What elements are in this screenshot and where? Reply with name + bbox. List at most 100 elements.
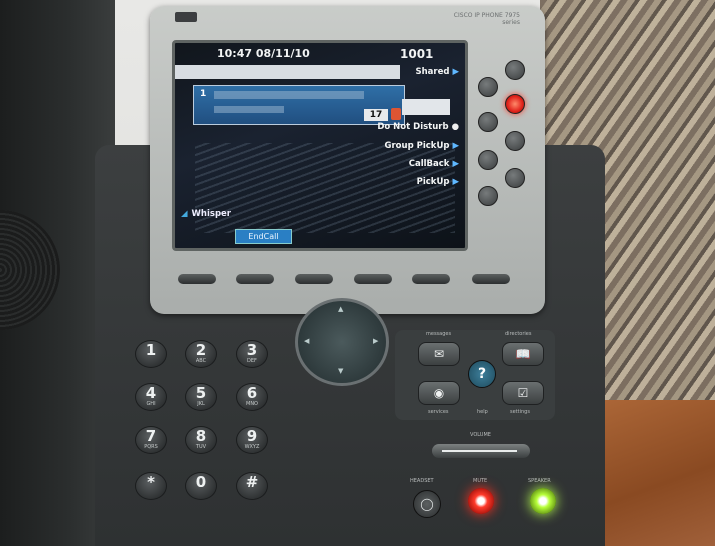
- key-digit: 4: [145, 384, 157, 402]
- softkey-4[interactable]: [354, 274, 392, 284]
- line-key-group-pickup[interactable]: Group PickUp ▶: [385, 141, 459, 155]
- key-6[interactable]: 6 MNO: [236, 383, 268, 411]
- globe-icon: ◉: [433, 386, 445, 400]
- key-letters: MNO: [246, 401, 258, 407]
- line-button-8[interactable]: [478, 186, 498, 206]
- nav-up-icon: ▲: [338, 305, 344, 313]
- line-button-4[interactable]: [478, 112, 498, 132]
- key-digit: 1: [145, 341, 157, 359]
- key-letters: DEF: [247, 358, 257, 364]
- key-8[interactable]: 8 TUV: [185, 426, 217, 454]
- line-key-callback[interactable]: CallBack ▶: [409, 159, 459, 173]
- line-button-2[interactable]: [478, 77, 498, 97]
- key-star[interactable]: *: [135, 472, 167, 500]
- call-party-blurred: [214, 91, 364, 99]
- line-key-shared[interactable]: Shared ▶: [416, 67, 460, 81]
- key-digit: 5: [195, 384, 207, 402]
- key-letters: JKL: [197, 401, 205, 407]
- key-digit: 8: [195, 427, 207, 445]
- softkey-3[interactable]: [295, 274, 333, 284]
- key-1[interactable]: 1: [135, 340, 167, 368]
- settings-button[interactable]: ☑: [502, 381, 544, 405]
- line-key-dnd[interactable]: Do Not Disturb ●: [377, 122, 459, 136]
- arrow-icon: ▶: [452, 141, 459, 151]
- key-digit: 7: [145, 427, 157, 445]
- whisper-status: ◢ Whisper: [181, 209, 231, 219]
- call-state-icon: [391, 108, 401, 120]
- key-0[interactable]: 0: [185, 472, 217, 500]
- speaker-icon: ◢: [181, 209, 188, 219]
- key-digit: 6: [246, 384, 258, 402]
- key-pound[interactable]: #: [236, 472, 268, 500]
- mute-button[interactable]: [468, 488, 494, 514]
- key-digit: 0: [195, 473, 207, 491]
- directories-button[interactable]: 📖: [502, 342, 544, 366]
- nav-right-icon: ▶: [373, 337, 379, 345]
- line-key-pickup[interactable]: PickUp ▶: [417, 177, 459, 191]
- line-button-6[interactable]: [478, 150, 498, 170]
- key-letters: TUV: [195, 444, 207, 450]
- directories-label: directories: [505, 331, 532, 337]
- volume-rocker[interactable]: [432, 444, 530, 458]
- settings-label: settings: [510, 409, 530, 415]
- question-icon: ?: [477, 366, 487, 382]
- arrow-icon: ▶: [452, 159, 459, 169]
- key-4[interactable]: 4 GHI: [135, 383, 167, 411]
- arrow-icon: ▶: [452, 177, 459, 187]
- arrow-icon: ▶: [452, 67, 459, 77]
- key-7[interactable]: 7 PQRS: [135, 426, 167, 454]
- key-letters: ABC: [195, 358, 207, 364]
- navigation-pad[interactable]: ▲ ▼ ◀ ▶: [295, 298, 389, 386]
- key-digit: 3: [246, 341, 258, 359]
- key-9[interactable]: 9 WXYZ: [236, 426, 268, 454]
- envelope-icon: ✉: [433, 347, 445, 361]
- speaker-label: SPEAKER: [528, 478, 551, 484]
- messages-button[interactable]: ✉: [418, 342, 460, 366]
- key-3[interactable]: 3 DEF: [236, 340, 268, 368]
- line-number: 1001: [400, 47, 434, 61]
- line-button-5[interactable]: [505, 131, 525, 151]
- volume-label: VOLUME: [470, 432, 491, 438]
- handset-grill: [0, 210, 60, 330]
- key-letters: GHI: [146, 401, 156, 407]
- checklist-icon: ☑: [517, 386, 529, 400]
- line-button-7[interactable]: [505, 168, 525, 188]
- model-label: CISCO IP PHONE 7975 series: [453, 12, 520, 26]
- key-digit: 2: [195, 341, 207, 359]
- softkey-1[interactable]: [178, 274, 216, 284]
- nav-down-icon: ▼: [338, 367, 344, 375]
- status-bar: [175, 65, 400, 79]
- cisco-logo: [175, 12, 197, 22]
- nav-left-icon: ◀: [304, 337, 310, 345]
- softkey-2[interactable]: [236, 274, 274, 284]
- help-label: help: [477, 409, 488, 415]
- key-digit: 9: [246, 427, 258, 445]
- active-call[interactable]: 1 17: [193, 85, 405, 125]
- services-button[interactable]: ◉: [418, 381, 460, 405]
- key-5[interactable]: 5 JKL: [185, 383, 217, 411]
- help-button[interactable]: ?: [468, 360, 496, 388]
- softkey-endcall[interactable]: EndCall: [235, 229, 292, 244]
- softkey-6[interactable]: [472, 274, 510, 284]
- softkey-5[interactable]: [412, 274, 450, 284]
- call-duration: 17: [364, 109, 388, 121]
- key-2[interactable]: 2 ABC: [185, 340, 217, 368]
- headset-icon: ◯: [420, 497, 434, 511]
- services-label: services: [428, 409, 449, 415]
- book-icon: 📖: [515, 347, 531, 361]
- dot-icon: ●: [451, 122, 459, 132]
- line-key-selected[interactable]: [402, 99, 450, 115]
- headset-button[interactable]: ◯: [413, 490, 441, 518]
- call-number-blurred: [214, 106, 284, 113]
- key-letters: PQRS: [144, 444, 158, 450]
- speaker-button[interactable]: [530, 488, 556, 514]
- photo: CISCO IP PHONE 7975 series 10:47 08/11/1…: [0, 0, 715, 546]
- headset-label: HEADSET: [410, 478, 434, 484]
- line-button-1[interactable]: [505, 60, 525, 80]
- call-index: 1: [200, 89, 207, 99]
- line-button-3[interactable]: [505, 94, 525, 114]
- messages-label: messages: [426, 331, 452, 337]
- phone-screen[interactable]: 10:47 08/11/10 1001 1 17 Shared ▶ Do Not …: [172, 40, 468, 251]
- key-letters: WXYZ: [244, 444, 260, 450]
- key-digit: *: [147, 473, 155, 491]
